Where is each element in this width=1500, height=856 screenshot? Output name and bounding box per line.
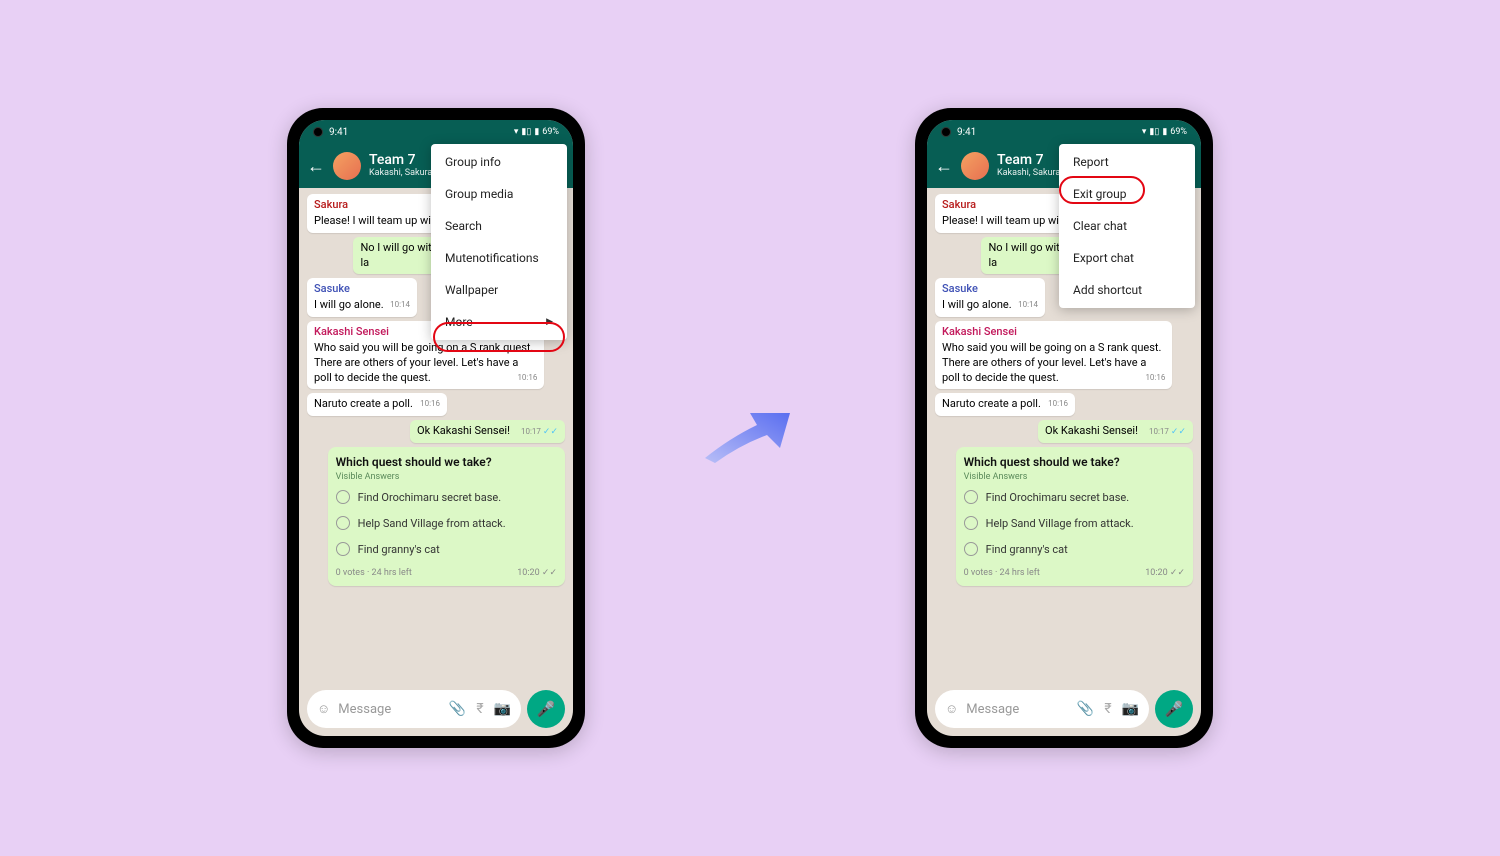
message-out[interactable]: Ok Kakashi Sensei!10:17✓✓ [1038,420,1193,443]
mic-button[interactable]: 🎤 [527,690,565,728]
chevron-right-icon: ▶ [546,317,553,327]
message-in[interactable]: Naruto create a poll.10:16 [307,393,447,416]
menu-group-media[interactable]: Group media [431,178,567,210]
message-input[interactable]: ☺ Message 📎 ₹ 📷 [307,690,521,728]
camera-cutout [941,127,951,137]
poll-footer: 0 votes · 24 hrs left10:20 ✓✓ [964,568,1185,578]
group-avatar[interactable] [333,152,361,180]
poll-option[interactable]: Help Sand Village from attack. [964,516,1185,530]
read-ticks-icon: ✓✓ [542,568,557,578]
screen: 9:41 ▾▮▯▮69% ← Team 7 Kakashi, Sakura, S… [927,120,1201,736]
menu-group-info[interactable]: Group info [431,146,567,178]
menu-report[interactable]: Report [1059,146,1195,178]
phone-left: 9:41 ▾▮▯▮69% ← Team 7 Kakashi, Sakura, S… [287,108,585,748]
status-time: 9:41 [329,127,348,138]
status-icons: ▾▮▯▮69% [514,127,559,137]
phone-right: 9:41 ▾▮▯▮69% ← Team 7 Kakashi, Sakura, S… [915,108,1213,748]
poll-message[interactable]: Which quest should we take? Visible Answ… [328,447,565,586]
menu-mute[interactable]: Mutenotifications [431,242,567,274]
message-in[interactable]: Naruto create a poll.10:16 [935,393,1075,416]
menu-exit-group[interactable]: Exit group [1059,178,1195,210]
radio-icon[interactable] [336,490,350,504]
message-input[interactable]: ☺ Message 📎 ₹ 📷 [935,690,1149,728]
rupee-icon[interactable]: ₹ [1104,701,1111,717]
statusbar: 9:41 ▾▮▯▮69% [299,120,573,144]
transition-arrow [695,383,805,473]
mic-icon: 🎤 [537,700,556,718]
message-placeholder: Message [338,702,391,717]
read-ticks-icon: ✓✓ [543,427,558,437]
status-icons: ▾▮▯▮69% [1142,127,1187,137]
menu-search[interactable]: Search [431,210,567,242]
poll-option[interactable]: Find granny's cat [336,542,557,556]
statusbar: 9:41 ▾▮▯▮69% [927,120,1201,144]
poll-option[interactable]: Help Sand Village from attack. [336,516,557,530]
menu-export-chat[interactable]: Export chat [1059,242,1195,274]
camera-cutout [313,127,323,137]
poll-option[interactable]: Find Orochimaru secret base. [964,490,1185,504]
message-in[interactable]: SasukeI will go alone.10:14 [935,278,1045,317]
camera-icon[interactable]: 📷 [494,701,511,717]
poll-option[interactable]: Find Orochimaru secret base. [336,490,557,504]
message-placeholder: Message [966,702,1019,717]
overflow-menu: Group info Group media Search Mutenotifi… [431,144,567,340]
radio-icon[interactable] [964,516,978,530]
read-ticks-icon: ✓✓ [1171,427,1186,437]
message-out[interactable]: Ok Kakashi Sensei!10:17✓✓ [410,420,565,443]
more-submenu: Report Exit group Clear chat Export chat… [1059,144,1195,308]
poll-title: Which quest should we take? [964,455,1185,469]
screen: 9:41 ▾▮▯▮69% ← Team 7 Kakashi, Sakura, S… [299,120,573,736]
poll-option[interactable]: Find granny's cat [964,542,1185,556]
mic-button[interactable]: 🎤 [1155,690,1193,728]
poll-visible-label: Visible Answers [336,472,557,482]
arrow-icon [695,383,805,473]
poll-title: Which quest should we take? [336,455,557,469]
radio-icon[interactable] [964,490,978,504]
input-bar: ☺ Message 📎 ₹ 📷 🎤 [307,690,565,728]
menu-wallpaper[interactable]: Wallpaper [431,274,567,306]
group-avatar[interactable] [961,152,989,180]
emoji-icon[interactable]: ☺ [317,701,330,717]
input-bar: ☺ Message 📎 ₹ 📷 🎤 [935,690,1193,728]
attach-icon[interactable]: 📎 [449,701,466,717]
back-icon[interactable]: ← [307,156,325,177]
message-in[interactable]: SasukeI will go alone.10:14 [307,278,417,317]
poll-message[interactable]: Which quest should we take? Visible Answ… [956,447,1193,586]
radio-icon[interactable] [336,542,350,556]
message-in[interactable]: Kakashi SenseiWho said you will be going… [935,321,1172,389]
menu-more[interactable]: More▶ [431,306,567,338]
radio-icon[interactable] [964,542,978,556]
poll-visible-label: Visible Answers [964,472,1185,482]
radio-icon[interactable] [336,516,350,530]
menu-clear-chat[interactable]: Clear chat [1059,210,1195,242]
camera-icon[interactable]: 📷 [1122,701,1139,717]
emoji-icon[interactable]: ☺ [945,701,958,717]
attach-icon[interactable]: 📎 [1077,701,1094,717]
mic-icon: 🎤 [1165,700,1184,718]
rupee-icon[interactable]: ₹ [476,701,483,717]
menu-add-shortcut[interactable]: Add shortcut [1059,274,1195,306]
status-time: 9:41 [957,127,976,138]
back-icon[interactable]: ← [935,156,953,177]
poll-footer: 0 votes · 24 hrs left10:20 ✓✓ [336,568,557,578]
read-ticks-icon: ✓✓ [1170,568,1185,578]
